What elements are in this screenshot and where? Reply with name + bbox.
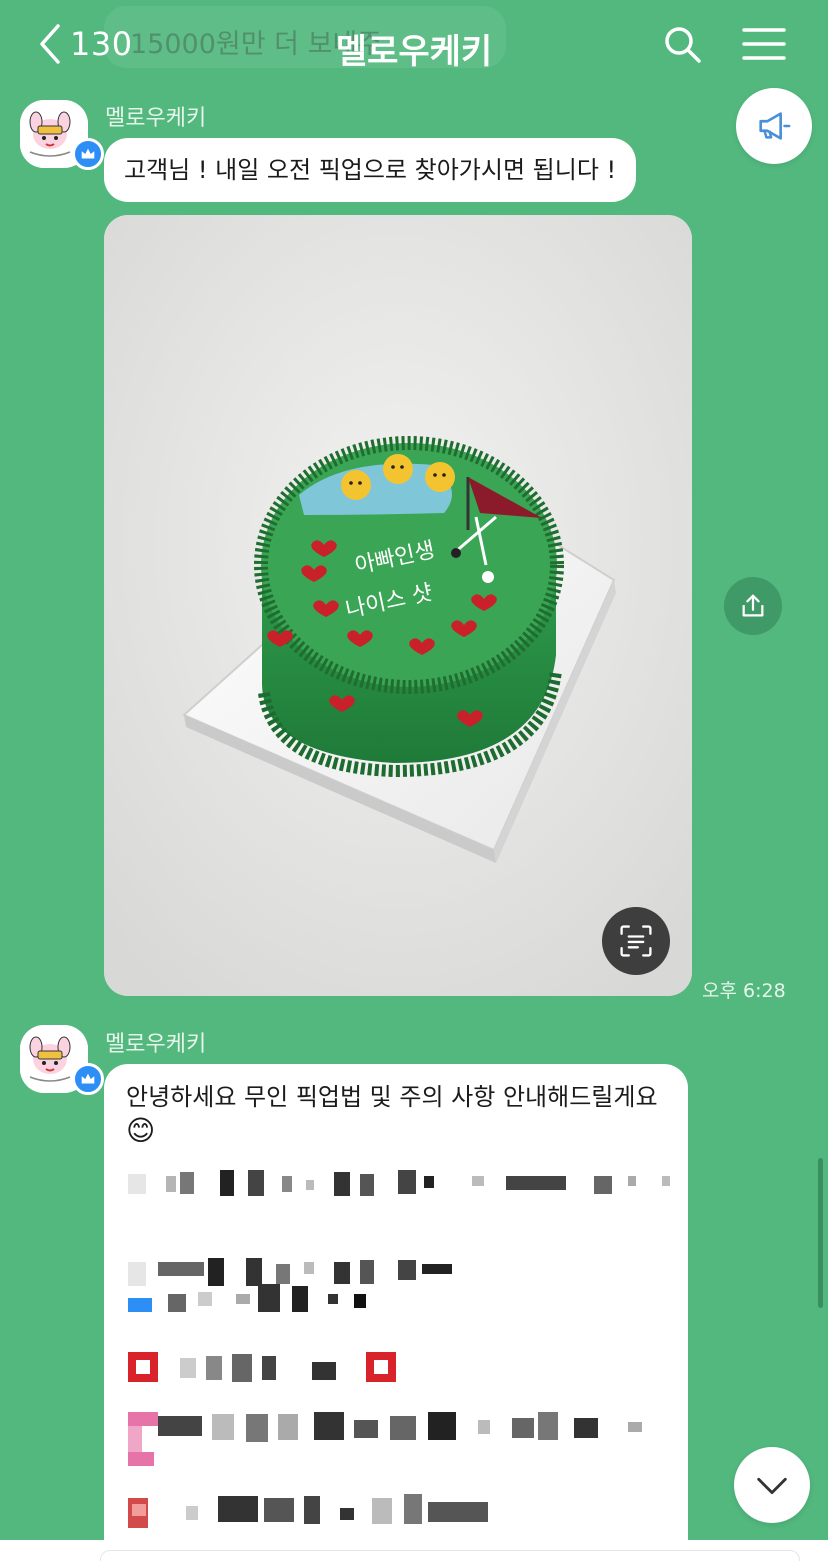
official-badge [72, 1063, 104, 1095]
announcement-button[interactable] [736, 88, 812, 164]
cake-photo: 아빠인생 나이스 샷 [104, 215, 692, 996]
sender-name: 멜로우케키 [105, 1032, 207, 1057]
chat-header: 130 멜로우케키 [0, 0, 828, 88]
message-input[interactable] [100, 1550, 800, 1561]
message-text: 고객님 ! 내일 오전 픽업으로 찾아가시면 됩니다 ! [124, 156, 617, 184]
censored-content [128, 1170, 670, 1528]
message-text: 안녕하세요 무인 픽업법 및 주의 사항 안내해드릴게요 [126, 1083, 658, 1111]
megaphone-icon [759, 112, 791, 140]
search-icon [665, 27, 701, 63]
text-scan-button[interactable] [602, 907, 670, 975]
scroll-to-bottom-button[interactable] [734, 1447, 810, 1523]
share-button[interactable] [724, 577, 782, 635]
menu-icon [742, 28, 786, 60]
share-icon [742, 594, 764, 617]
chevron-down-icon [757, 1477, 787, 1495]
sender-name: 멜로우케키 [105, 106, 207, 131]
smile-emoji: 😊 [126, 1114, 156, 1147]
crown-icon [81, 148, 95, 159]
message-time: 오후 6:28 [702, 980, 786, 1002]
menu-button[interactable] [742, 26, 786, 62]
message-bubble[interactable]: 고객님 ! 내일 오전 픽업으로 찾아가시면 됩니다 ! [104, 138, 637, 202]
avatar[interactable] [20, 1025, 104, 1095]
scrollbar[interactable] [818, 1158, 823, 1308]
text-scan-icon [620, 925, 652, 957]
photo-message[interactable]: 아빠인생 나이스 샷 [104, 215, 692, 996]
avatar[interactable] [20, 100, 104, 170]
message-bubble[interactable]: 안녕하세요 무인 픽업법 및 주의 사항 안내해드릴게요 😊 [104, 1064, 688, 1561]
chat-title: 멜로우케키 [335, 32, 493, 72]
official-badge [72, 138, 104, 170]
search-button[interactable] [662, 24, 702, 64]
crown-icon [81, 1073, 95, 1084]
